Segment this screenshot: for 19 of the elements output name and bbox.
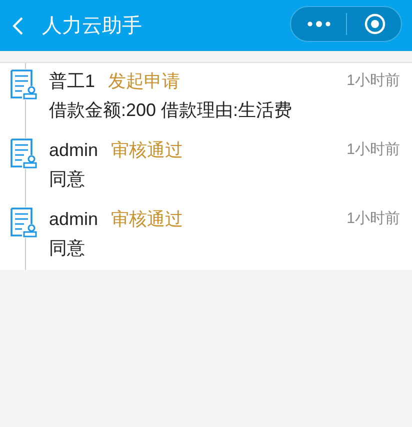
more-icon[interactable] [307, 20, 331, 28]
time-label: 1小时前 [346, 71, 400, 92]
back-icon[interactable] [12, 16, 24, 36]
action-status: 审核通过 [111, 139, 184, 162]
document-user-icon [10, 69, 39, 100]
document-user-icon [10, 138, 39, 169]
content-text: 同意 [49, 168, 86, 191]
content-text: 借款金额:200 借款理由:生活费 [49, 99, 294, 122]
time-label: 1小时前 [346, 209, 400, 230]
user-name: admin [49, 139, 98, 162]
time-label: 1小时前 [346, 140, 400, 160]
user-name: admin [49, 208, 98, 231]
action-status: 审核通过 [111, 208, 184, 231]
document-user-icon [10, 207, 39, 238]
action-status: 发起申请 [108, 70, 180, 93]
content-text: 同意 [49, 237, 86, 260]
close-icon[interactable] [364, 13, 386, 35]
window-title: 人力云助手 [42, 14, 142, 38]
user-name: 普工1 [49, 70, 96, 93]
